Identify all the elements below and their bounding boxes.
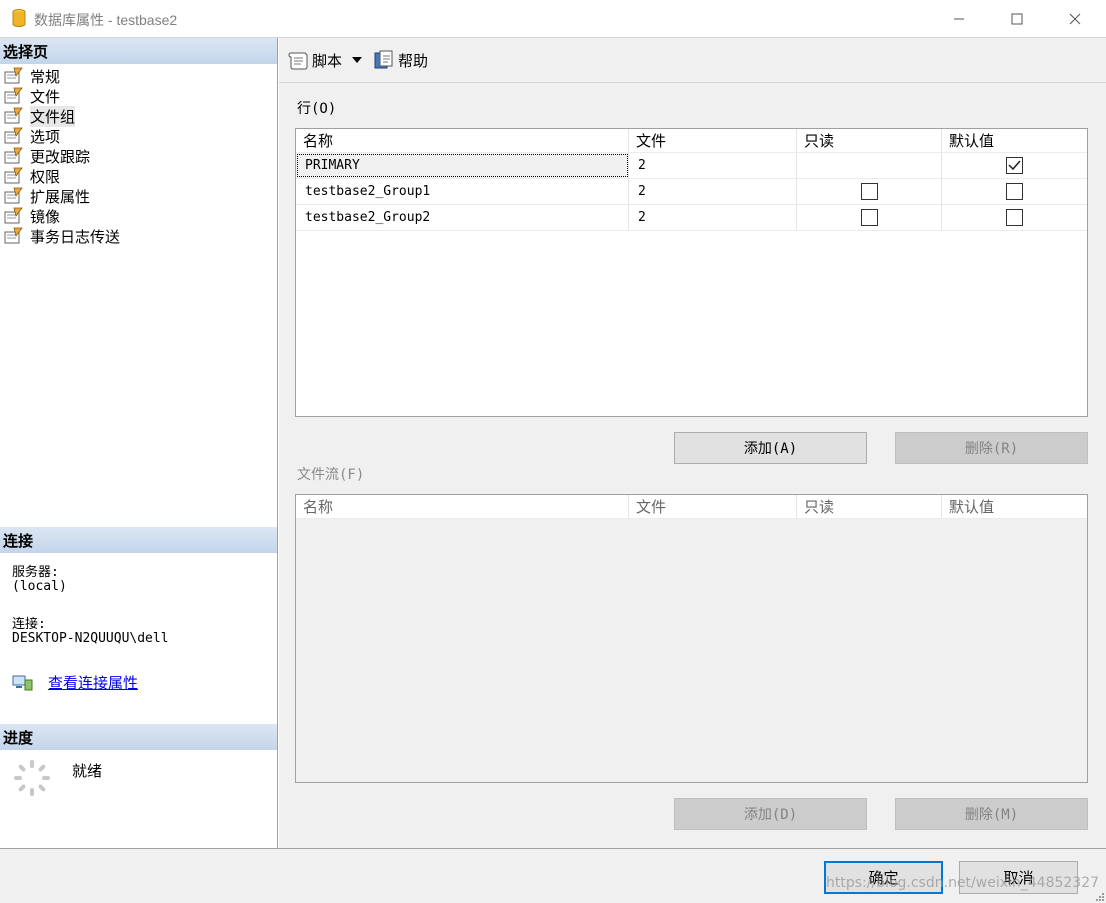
page-item-files[interactable]: 文件 (4, 86, 120, 106)
read-only-checkbox[interactable] (860, 209, 878, 226)
select-page-header: 选择页 (0, 38, 277, 64)
title-bar: 数据库属性 - testbase2 (0, 0, 1106, 38)
table-row[interactable]: PRIMARY 2 (296, 153, 1087, 179)
read-only-checkbox[interactable] (860, 183, 878, 200)
help-icon (374, 50, 393, 69)
minimize-button[interactable] (930, 0, 988, 38)
page-item-options[interactable]: 选项 (4, 126, 120, 146)
page-item-permissions[interactable]: 权限 (4, 166, 120, 186)
page-list: 常规 文件 文件组 选项 更改跟踪 权限 扩展属性 镜像 事务日志传送 (4, 66, 120, 246)
remove-filestream-button[interactable]: 删除(M) (895, 798, 1088, 830)
row-default-cell (942, 179, 1087, 204)
column-header-default[interactable]: 默认值 (942, 495, 1087, 518)
maximize-button[interactable] (988, 0, 1046, 38)
add-filegroup-button[interactable]: 添加(A) (674, 432, 867, 464)
row-read-only-cell (797, 153, 942, 178)
progress-status: 就绪 (72, 762, 103, 780)
script-label: 脚本 (312, 51, 343, 70)
script-dropdown-button[interactable] (352, 56, 365, 64)
add-filestream-button[interactable]: 添加(D) (674, 798, 867, 830)
default-checkbox[interactable] (1006, 209, 1023, 226)
page-item-general[interactable]: 常规 (4, 66, 120, 86)
property-page-icon (4, 227, 23, 244)
view-connection-properties: 查看连接属性 (12, 672, 138, 693)
default-checkbox[interactable] (1006, 183, 1023, 200)
dialog-footer: 确定 取消 https://blog.csdn.net/weixin_44852… (0, 848, 1106, 903)
table-row[interactable]: testbase2_Group2 2 (296, 205, 1087, 231)
column-header-read-only[interactable]: 只读 (797, 495, 942, 518)
filegroups-grid: 名称 文件 只读 默认值 PRIMARY 2 testbase2_Group1 … (295, 128, 1088, 417)
page-item-filegroups[interactable]: 文件组 (4, 105, 120, 127)
right-panel: 脚本 帮助 行(O) 名称 文件 只读 默认值 PRIMARY 2 testba… (279, 38, 1106, 848)
column-header-name[interactable]: 名称 (296, 495, 629, 518)
progress-row: 就绪 (12, 758, 102, 798)
connection-header: 连接 (0, 527, 277, 553)
script-button[interactable]: 脚本 (287, 50, 342, 71)
property-page-icon (4, 127, 23, 144)
property-page-icon (4, 187, 23, 204)
close-icon (1069, 13, 1081, 25)
left-panel: 选择页 常规 文件 文件组 选项 更改跟踪 权限 扩展属性 镜像 事务日志传送 … (0, 38, 278, 848)
row-default-cell (942, 205, 1087, 230)
close-button[interactable] (1046, 0, 1104, 38)
connection-value: DESKTOP-N2QUUQU\dell (12, 631, 169, 646)
row-name-cell[interactable]: testbase2_Group1 (296, 179, 629, 204)
row-read-only-cell (797, 179, 942, 204)
script-icon (288, 52, 308, 70)
property-page-icon (4, 167, 23, 184)
page-item-extended-properties[interactable]: 扩展属性 (4, 186, 120, 206)
maximize-icon (1011, 13, 1023, 25)
filestream-grid: 名称 文件 只读 默认值 (295, 494, 1088, 783)
column-header-read-only[interactable]: 只读 (797, 129, 942, 152)
connection-label: 连接: (12, 617, 46, 632)
database-icon (12, 9, 26, 27)
row-name-cell[interactable]: testbase2_Group2 (296, 205, 629, 230)
table-row[interactable]: testbase2_Group1 2 (296, 179, 1087, 205)
property-page-icon (4, 67, 23, 84)
column-header-files[interactable]: 文件 (629, 495, 797, 518)
property-page-icon (4, 107, 23, 124)
page-item-change-tracking[interactable]: 更改跟踪 (4, 146, 120, 166)
progress-spinner-icon (14, 760, 50, 796)
remove-filegroup-button[interactable]: 删除(R) (895, 432, 1088, 464)
page-item-mirroring[interactable]: 镜像 (4, 206, 120, 226)
filestream-section-label: 文件流(F) (297, 467, 365, 483)
dropdown-arrow-icon (352, 57, 363, 63)
row-files-cell: 2 (629, 205, 797, 230)
row-read-only-cell (797, 205, 942, 230)
default-checkbox[interactable] (1006, 157, 1023, 174)
help-label: 帮助 (398, 51, 429, 70)
grid-header: 名称 文件 只读 默认值 (296, 129, 1087, 153)
toolbar: 脚本 帮助 (279, 38, 1106, 83)
row-name-cell[interactable]: PRIMARY (296, 153, 629, 178)
property-page-icon (4, 207, 23, 224)
view-connection-properties-link[interactable]: 查看连接属性 (48, 672, 138, 693)
row-files-cell: 2 (629, 179, 797, 204)
minimize-icon (954, 18, 964, 20)
property-page-icon (4, 147, 23, 164)
column-header-files[interactable]: 文件 (629, 129, 797, 152)
server-value: (local) (12, 579, 67, 594)
progress-header: 进度 (0, 724, 277, 750)
property-page-icon (4, 87, 23, 104)
help-button[interactable]: 帮助 (373, 50, 428, 71)
row-files-cell: 2 (629, 153, 797, 178)
page-item-log-shipping[interactable]: 事务日志传送 (4, 226, 120, 246)
row-default-cell (942, 153, 1087, 178)
grid-header: 名称 文件 只读 默认值 (296, 495, 1087, 519)
window-title: 数据库属性 - testbase2 (34, 12, 178, 28)
resize-grip-icon[interactable] (1096, 893, 1104, 901)
column-header-name[interactable]: 名称 (296, 129, 629, 152)
server-label: 服务器: (12, 565, 59, 580)
connection-properties-icon (12, 675, 33, 690)
column-header-default[interactable]: 默认值 (942, 129, 1087, 152)
rows-section-label: 行(O) (297, 101, 337, 117)
checkmark-icon (1008, 160, 1021, 171)
watermark: https://blog.csdn.net/weixin_44852327 (826, 875, 1100, 891)
